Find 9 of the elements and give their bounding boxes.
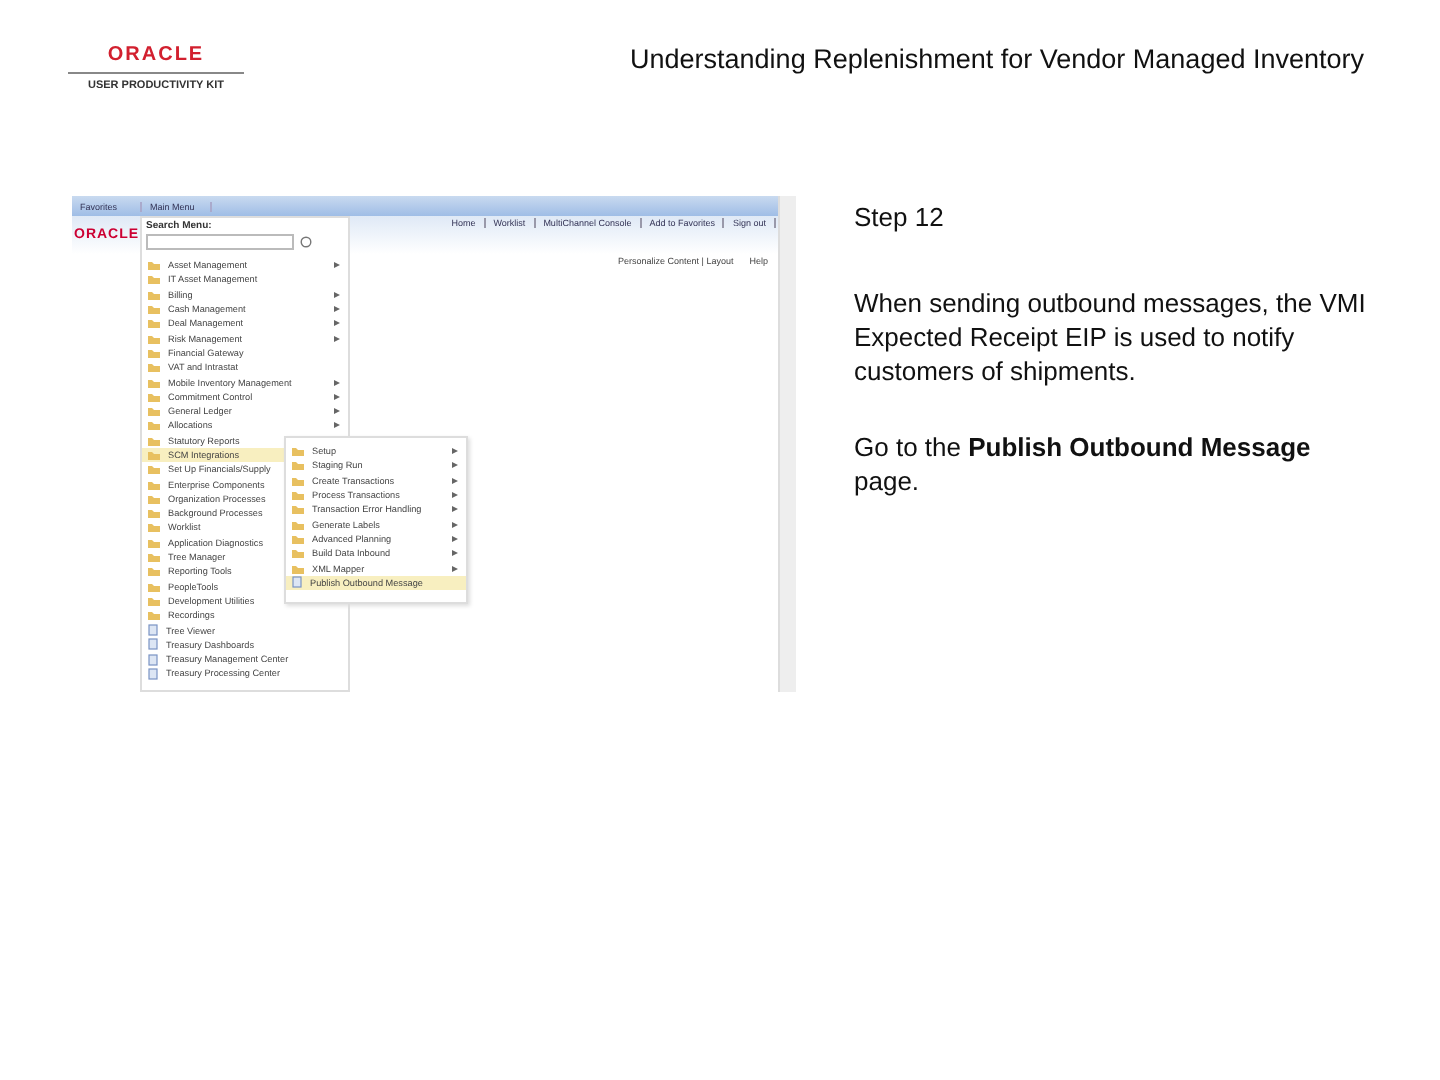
search-go-icon[interactable] [300,236,312,248]
search-field[interactable] [146,234,294,250]
logo-wordmark: ORACLE [68,44,244,74]
scrollbar[interactable] [778,196,796,692]
instruction-text: Go to the Publish Outbound Message page. [854,430,1313,498]
instruction-text: When sending outbound messages, the VMI Expected Receipt EIP is used to notify customers of shipments. [854,286,1368,388]
step-number: Step 12 [854,200,946,234]
page-icon [292,576,302,589]
document-title: Understanding Replenishment for Vendor Managed Inventory [630,44,1364,74]
